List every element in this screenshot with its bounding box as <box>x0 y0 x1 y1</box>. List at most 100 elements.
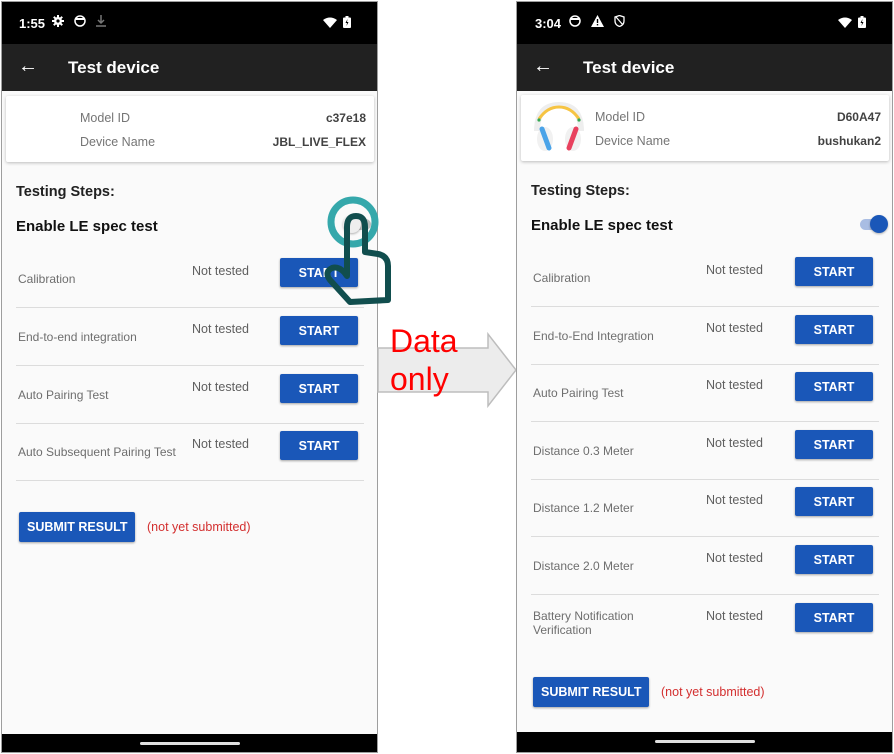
test-row: Calibration Not tested START <box>16 250 364 308</box>
status-right-icons <box>323 16 351 28</box>
device-name-label: Device Name <box>80 135 156 149</box>
start-button[interactable]: START <box>795 430 873 459</box>
test-row: Distance 1.2 Meter Not tested START <box>531 479 879 537</box>
status-right-icons <box>838 16 866 28</box>
testing-steps-heading: Testing Steps: <box>531 183 630 199</box>
page-title: Test device <box>68 58 160 77</box>
test-status: Not tested <box>706 493 763 507</box>
test-name: Battery Notification Verification <box>533 609 634 637</box>
le-spec-toggle[interactable] <box>858 215 888 233</box>
test-status: Not tested <box>192 437 249 451</box>
wifi-icon <box>323 17 337 28</box>
test-name: Auto Pairing Test <box>533 386 624 400</box>
toggle-thumb <box>343 215 361 233</box>
status-time: 3:04 <box>535 16 562 31</box>
start-button[interactable]: START <box>280 316 358 345</box>
test-status: Not tested <box>192 380 249 394</box>
test-row: Auto Pairing Test Not tested START <box>16 366 364 424</box>
toggle-thumb <box>870 215 888 233</box>
annotation-line-1: Data <box>390 323 458 359</box>
settings-icon <box>52 15 64 27</box>
le-spec-label: Enable LE spec test <box>16 218 158 235</box>
submit-status: (not yet submitted) <box>147 520 251 534</box>
model-id-value: D60A47 <box>836 110 881 124</box>
model-id-value: c37e18 <box>325 111 366 125</box>
submit-result-button[interactable]: SUBMIT RESULT <box>19 512 136 542</box>
status-bar: 1:55 <box>2 2 377 44</box>
submit-status: (not yet submitted) <box>661 685 765 699</box>
test-status: Not tested <box>706 378 763 392</box>
device-name-value: JBL_LIVE_FLEX <box>272 135 366 149</box>
testing-steps-heading: Testing Steps: <box>16 184 115 200</box>
test-status: Not tested <box>706 609 763 623</box>
test-name: Auto Subsequent Pairing Test <box>18 445 176 459</box>
status-left-icons <box>52 15 106 27</box>
submit-result-button[interactable]: SUBMIT RESULT <box>533 677 650 707</box>
arrow-back-icon[interactable]: ← <box>18 55 38 78</box>
test-row: Calibration Not tested START <box>531 249 879 307</box>
start-button[interactable]: START <box>280 431 358 460</box>
annotation-line-2: only <box>390 361 449 397</box>
navigation-bar <box>517 732 892 752</box>
status-bar: 3:04 <box>517 2 892 44</box>
headphones-icon <box>534 101 584 151</box>
start-button[interactable]: START <box>795 603 873 632</box>
start-button[interactable]: START <box>795 315 873 344</box>
wifi-icon <box>838 17 852 28</box>
test-row: End-to-end integration Not tested START <box>16 308 364 366</box>
right-phone-screen: 3:04 ← Test device Model ID D60A47 Devic… <box>516 1 893 753</box>
shield-icon <box>614 15 625 27</box>
start-button[interactable]: START <box>795 372 873 401</box>
notification-app-icon <box>569 15 581 27</box>
app-bar: ← Test device <box>2 44 377 91</box>
test-status: Not tested <box>706 263 763 277</box>
test-row: End-to-End Integration Not tested START <box>531 307 879 365</box>
test-row: Distance 2.0 Meter Not tested START <box>531 537 879 595</box>
battery-charging-icon <box>858 16 866 28</box>
test-name: End-to-End Integration <box>533 329 654 343</box>
model-id-label: Model ID <box>595 110 646 124</box>
le-spec-label: Enable LE spec test <box>531 217 673 234</box>
test-name: Distance 2.0 Meter <box>533 559 634 573</box>
device-info-card: Model ID D60A47 Device Name bushukan2 <box>521 95 889 161</box>
test-row: Auto Pairing Test Not tested START <box>531 364 879 422</box>
test-status: Not tested <box>706 551 763 565</box>
device-name-value: bushukan2 <box>817 134 881 148</box>
test-name: Distance 0.3 Meter <box>533 444 634 458</box>
test-row: Battery Notification Verification Not te… <box>531 595 879 653</box>
le-spec-toggle[interactable] <box>343 215 373 233</box>
test-name: Calibration <box>533 271 591 285</box>
arrow-back-icon[interactable]: ← <box>533 55 553 78</box>
app-bar: ← Test device <box>517 44 892 91</box>
model-id-label: Model ID <box>80 111 131 125</box>
test-name: Calibration <box>18 272 76 286</box>
test-status: Not tested <box>192 322 249 336</box>
battery-charging-icon <box>343 16 351 28</box>
device-name-label: Device Name <box>595 134 671 148</box>
device-info-card: Model ID c37e18 Device Name JBL_LIVE_FLE… <box>6 96 374 162</box>
test-row: Distance 0.3 Meter Not tested START <box>531 422 879 480</box>
annotation-label: Data only <box>390 322 458 398</box>
test-name: End-to-end integration <box>18 330 137 344</box>
start-button[interactable]: START <box>280 258 358 287</box>
start-button[interactable]: START <box>280 374 358 403</box>
home-gesture-handle[interactable] <box>654 740 755 743</box>
start-button[interactable]: START <box>795 487 873 516</box>
left-phone-screen: 1:55 ← Test device Model ID c37e18 Devic… <box>1 1 378 753</box>
test-name: Distance 1.2 Meter <box>533 501 634 515</box>
navigation-bar <box>2 734 377 752</box>
home-gesture-handle[interactable] <box>139 742 240 745</box>
download-icon <box>96 15 106 27</box>
page-title: Test device <box>583 58 675 77</box>
status-time: 1:55 <box>19 16 46 31</box>
start-button[interactable]: START <box>795 257 873 286</box>
test-status: Not tested <box>192 264 249 278</box>
start-button[interactable]: START <box>795 545 873 574</box>
status-left-icons <box>569 15 625 27</box>
notification-app-icon <box>74 15 86 27</box>
test-status: Not tested <box>706 321 763 335</box>
test-row: Auto Subsequent Pairing Test Not tested … <box>16 423 364 481</box>
test-status: Not tested <box>706 436 763 450</box>
test-name: Auto Pairing Test <box>18 388 109 402</box>
warning-icon <box>591 15 604 27</box>
